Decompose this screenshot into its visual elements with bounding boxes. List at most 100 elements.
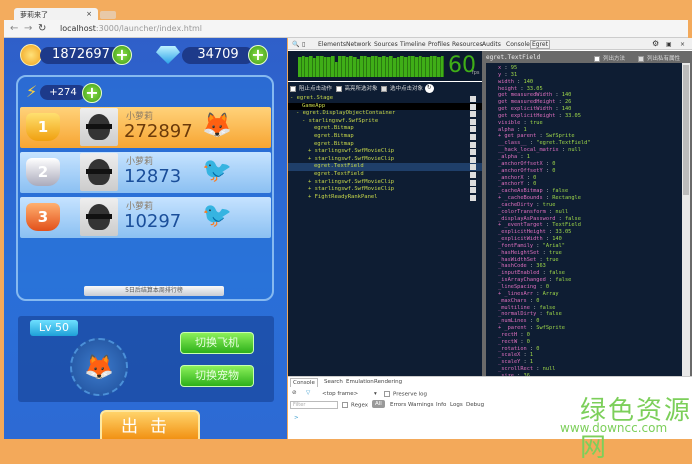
filter-icon[interactable]: ▽	[306, 390, 310, 396]
checkbox[interactable]	[335, 85, 342, 92]
tree-node[interactable]: + starlingswf.SwfMovieClip	[288, 156, 482, 164]
visible-checkbox[interactable]	[470, 187, 476, 194]
property-row[interactable]: __hack_local_matrix : null	[498, 147, 682, 154]
property-row[interactable]: _alpha : 1	[498, 154, 682, 161]
tab-elements[interactable]: Elements	[318, 41, 346, 48]
property-row[interactable]: visible : true	[498, 120, 682, 127]
tree-node[interactable]: + starlingswf.SwfMovieClip	[288, 179, 482, 187]
tree-node[interactable]: GameApp	[288, 102, 482, 111]
property-row[interactable]: _multiline : false	[498, 305, 682, 312]
property-row[interactable]: _numLines : 0	[498, 318, 682, 325]
new-tab-button[interactable]	[100, 11, 116, 19]
tab-audits[interactable]: Audits	[482, 41, 501, 48]
tab-profiles[interactable]: Profiles	[428, 41, 450, 48]
game-canvas[interactable]: 1872697 + 34709 + ⚡ +274 + 1 小萝莉 272897 …	[4, 38, 287, 439]
tree-node[interactable]: egret.Bitmap	[288, 125, 482, 133]
close-tab-icon[interactable]: ×	[86, 10, 92, 18]
tree-node[interactable]: egret.TextField	[288, 163, 482, 171]
visible-checkbox[interactable]	[470, 149, 476, 156]
rank-row[interactable]: 1 小萝莉 272897 🦊	[20, 107, 271, 148]
property-row[interactable]: get measuredWidth : 140	[498, 92, 682, 99]
checkbox[interactable]	[594, 55, 600, 62]
visible-checkbox[interactable]	[470, 134, 476, 140]
level-all-button[interactable]: All	[372, 400, 385, 408]
property-row[interactable]: + _cacheBounds : Rectangle	[498, 195, 682, 202]
checkbox[interactable]	[290, 85, 296, 92]
level-logs-button[interactable]: Logs	[450, 402, 463, 408]
property-row[interactable]: width : 140	[498, 79, 682, 86]
clear-icon[interactable]: ⊘	[292, 390, 297, 396]
back-icon[interactable]: ←	[10, 23, 18, 34]
refresh-icon[interactable]: ↻	[424, 84, 434, 93]
visible-checkbox[interactable]	[470, 141, 476, 148]
add-gems-button[interactable]: +	[248, 45, 268, 65]
checkbox[interactable]	[381, 85, 388, 92]
tree-node[interactable]: egret.Bitmap	[288, 133, 482, 141]
property-row[interactable]: _rectH : 0	[498, 332, 682, 339]
fight-button[interactable]: 出击	[100, 410, 200, 439]
property-row[interactable]: _anchorX : 0	[498, 175, 682, 182]
property-row[interactable]: _scrollRect : null	[498, 366, 682, 373]
visible-checkbox[interactable]	[470, 194, 476, 201]
tree-node[interactable]: - starlingswf.SwfSprite	[288, 118, 482, 126]
add-energy-button[interactable]: +	[82, 83, 102, 103]
property-row[interactable]: alpha : 1	[498, 127, 682, 134]
tree-node[interactable]: - egret.Stage	[288, 95, 482, 103]
level-errors-button[interactable]: Errors	[390, 402, 406, 408]
checkbox[interactable]	[384, 391, 390, 397]
gear-icon[interactable]: ⚙	[652, 39, 659, 48]
tab-network[interactable]: Network	[346, 41, 371, 48]
reload-icon[interactable]: ↻	[38, 23, 46, 34]
property-row[interactable]: _cacheAsBitmap : false	[498, 188, 682, 195]
property-row[interactable]: __class__ : "egret.TextField"	[498, 140, 682, 147]
property-row[interactable]: _fontFamily : "Arial"	[498, 243, 682, 250]
property-row[interactable]: _isArrayChanged : false	[498, 277, 682, 284]
property-row[interactable]: + _eventTarget : TextField	[498, 222, 682, 229]
property-row[interactable]: _lineSpacing : 0	[498, 284, 682, 291]
tab-timeline[interactable]: Timeline	[400, 41, 426, 48]
visible-checkbox[interactable]	[470, 96, 476, 102]
property-row[interactable]: _rectW : 0	[498, 339, 682, 346]
tree-node[interactable]: + starlingswf.SwfMovieClip	[288, 148, 482, 156]
property-row[interactable]: x : 95	[498, 65, 682, 72]
url-input[interactable]: localhost:3000/launcher/index.html	[60, 24, 202, 33]
property-row[interactable]: height : 33.05	[498, 86, 682, 93]
tree-node[interactable]: egret.Bitmap	[288, 141, 482, 149]
property-row[interactable]: _explicitWidth : 140	[498, 236, 682, 243]
property-row[interactable]: _scaleX : 1	[498, 352, 682, 359]
property-row[interactable]: _anchorOffsetY : 0	[498, 168, 682, 175]
chevron-down-icon[interactable]: ▾	[374, 391, 377, 397]
property-row[interactable]: _maxChars : 0	[498, 298, 682, 305]
close-icon[interactable]: ×	[680, 41, 685, 48]
rank-row[interactable]: 2 小萝莉 12873 🐦	[20, 152, 271, 193]
tab-resources[interactable]: Resources	[452, 41, 483, 48]
property-row[interactable]: _colorTransform : null	[498, 209, 682, 216]
property-row[interactable]: _explicitHeight : 33.05	[498, 229, 682, 236]
rank-row[interactable]: 3 小萝莉 10297 🐦	[20, 197, 271, 238]
property-row[interactable]: _inputEnabled : false	[498, 270, 682, 277]
console-tab-console[interactable]: Console	[290, 378, 318, 387]
property-row[interactable]: + _parent : SwfSprite	[498, 325, 682, 332]
checkbox[interactable]	[638, 55, 644, 62]
level-debug-button[interactable]: Debug	[466, 402, 484, 408]
property-row[interactable]: get explicitHeight : 33.05	[498, 113, 682, 120]
visible-checkbox[interactable]	[470, 156, 476, 163]
console-tab-emulation[interactable]: Emulation	[344, 378, 376, 386]
tab-console[interactable]: Console	[506, 41, 530, 48]
property-row[interactable]: get explicitWidth : 140	[498, 106, 682, 113]
filter-input[interactable]: Filter	[290, 401, 338, 409]
checkbox[interactable]	[342, 402, 348, 408]
visible-checkbox[interactable]	[470, 126, 476, 133]
property-row[interactable]: _hashCode : 363	[498, 263, 682, 270]
property-row[interactable]: get measuredHeight : 26	[498, 99, 682, 106]
property-row[interactable]: _displayAsPassword : false	[498, 216, 682, 223]
scrollbar[interactable]	[682, 63, 690, 376]
level-warnings-button[interactable]: Warnings	[408, 402, 433, 408]
level-info-button[interactable]: Info	[436, 402, 446, 408]
property-row[interactable]: + _linesArr : Array	[498, 291, 682, 298]
visible-checkbox[interactable]	[470, 111, 476, 118]
console-tab-search[interactable]: Search	[322, 378, 345, 386]
property-row[interactable]: _rotation : 0	[498, 346, 682, 353]
tab-sources[interactable]: Sources	[374, 41, 398, 48]
tree-node[interactable]: egret.TextField	[288, 171, 482, 179]
